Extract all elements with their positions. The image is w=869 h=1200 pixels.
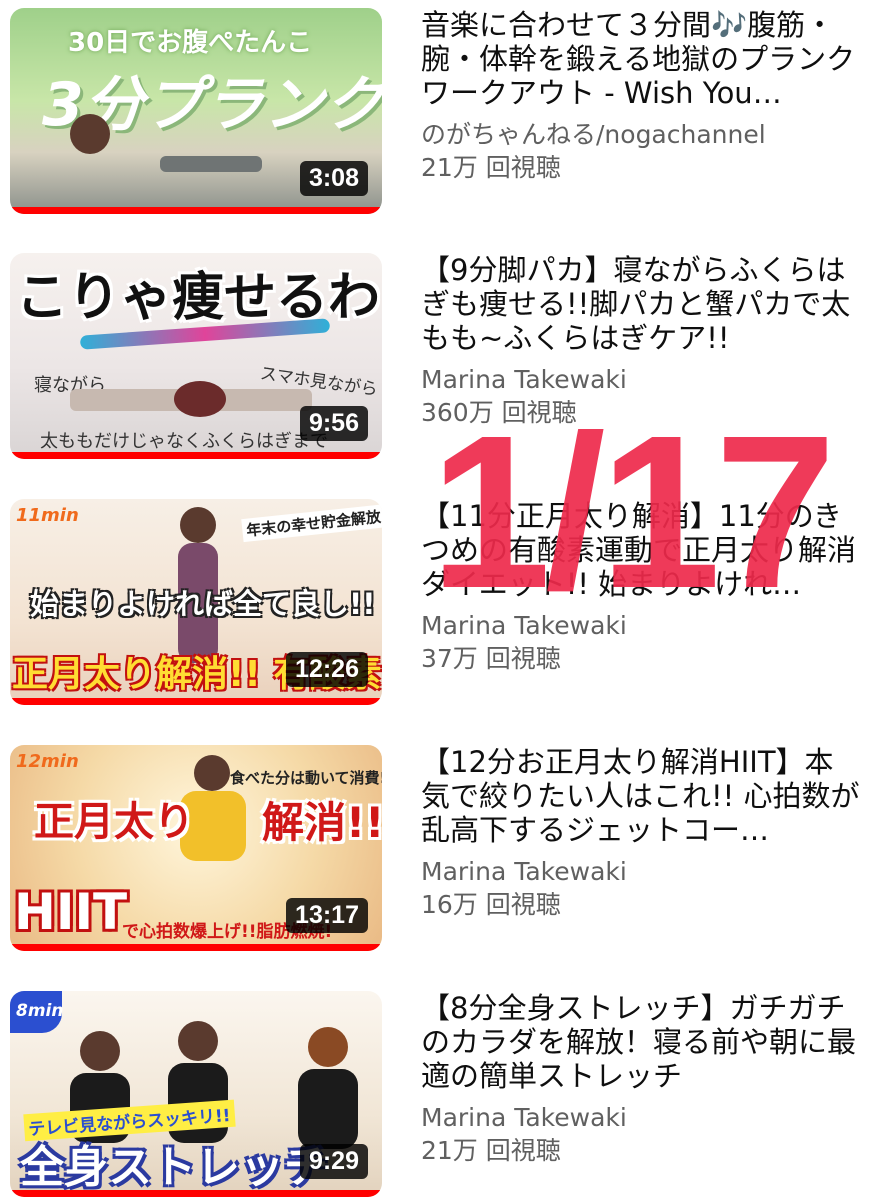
video-title[interactable]: 音楽に合わせて３分間🎶腹筋・腕・体幹を鍛える地獄のプランクワークアウト - Wi… [421, 8, 861, 110]
view-count: 21万 回視聴 [421, 1136, 561, 1165]
video-item[interactable]: 12min 食べた分は動いて消費!! 正月太り 解消!! HIIT で心拍数爆上… [0, 745, 869, 975]
duration-badge: 9:29 [299, 1144, 368, 1179]
thumbnail-caption: 解消!! [262, 798, 382, 847]
date-overlay: 1/17 [429, 391, 836, 634]
video-info: 【12分お正月太り解消HIIT】本気で絞りたい人はこれ!! 心拍数が乱高下するジ… [421, 745, 861, 921]
video-item[interactable]: 30日でお腹ぺたんこ 3分プランク 3:08 音楽に合わせて３分間🎶腹筋・腕・体… [0, 8, 869, 238]
video-thumbnail[interactable]: 12min 食べた分は動いて消費!! 正月太り 解消!! HIIT で心拍数爆上… [10, 745, 382, 951]
video-thumbnail[interactable]: 30日でお腹ぺたんこ 3分プランク 3:08 [10, 8, 382, 214]
thumbnail-figure [180, 507, 216, 543]
channel-name[interactable]: Marina Takewaki [421, 1101, 861, 1134]
thumbnail-caption: 全身ストレッチ [20, 1142, 328, 1193]
thumbnail-caption: 始まりよければ全て良し!! [30, 587, 376, 621]
thumbnail-figure [174, 381, 226, 417]
video-info: 音楽に合わせて３分間🎶腹筋・腕・体幹を鍛える地獄のプランクワークアウト - Wi… [421, 8, 861, 184]
video-info: 【8分全身ストレッチ】ガチガチのカラダを解放！寝る前や朝に最適の簡単ストレッチ … [421, 991, 861, 1167]
watch-progress-bar [10, 944, 382, 951]
duration-badge: 12:26 [286, 652, 368, 687]
video-thumbnail[interactable]: 8min テレビ見ながらスッキリ!! 全身ストレッチ 9:29 [10, 991, 382, 1197]
thumbnail-figure [80, 1031, 120, 1071]
video-thumbnail[interactable]: こりゃ痩せるわ 寝ながら スマホ見ながら 太ももだけじゃなくふくらはぎまで 9:… [10, 253, 382, 459]
duration-tag: 12min [16, 751, 79, 772]
thumbnail-figure [308, 1027, 348, 1067]
duration-badge: 3:08 [299, 161, 368, 196]
watch-progress-bar [10, 698, 382, 705]
duration-badge: 13:17 [286, 898, 368, 933]
video-title[interactable]: 【12分お正月太り解消HIIT】本気で絞りたい人はこれ!! 心拍数が乱高下するジ… [421, 745, 861, 847]
thumbnail-caption: 30日でお腹ぺたんこ [68, 28, 313, 58]
watch-progress-bar [10, 452, 382, 459]
channel-name[interactable]: のがちゃんねる/nogachannel [421, 118, 861, 151]
duration-badge: 9:56 [299, 406, 368, 441]
video-title[interactable]: 【9分脚パカ】寝ながらふくらはぎも痩せる!!脚パカと蟹パカで太もも~ふくらはぎケ… [421, 253, 861, 355]
view-count: 21万 回視聴 [421, 153, 561, 182]
thumbnail-caption: 食べた分は動いて消費!! [230, 769, 382, 787]
duration-tag: 8min [16, 1001, 64, 1021]
view-count: 16万 回視聴 [421, 890, 561, 919]
thumbnail-caption: HIIT [14, 883, 128, 941]
watch-progress-bar [10, 1190, 382, 1197]
thumbnail-figure [160, 156, 262, 172]
thumbnail-figure [178, 1021, 218, 1061]
watch-progress-bar [10, 207, 382, 214]
thumbnail-caption: 正月太り [34, 799, 194, 845]
thumbnail-figure [70, 114, 110, 154]
channel-name[interactable]: Marina Takewaki [421, 855, 861, 888]
video-thumbnail[interactable]: 11min 年末の幸せ貯金解放!! 始まりよければ全て良し!! 正月太り解消!!… [10, 499, 382, 705]
video-title[interactable]: 【8分全身ストレッチ】ガチガチのカラダを解放！寝る前や朝に最適の簡単ストレッチ [421, 991, 861, 1093]
thumbnail-caption: 年末の幸せ貯金解放!! [241, 502, 382, 543]
duration-tag: 11min [16, 505, 79, 526]
thumbnail-figure [194, 755, 230, 791]
thumbnail-caption: 太ももだけじゃなくふくらはぎまで [40, 431, 328, 452]
view-count: 37万 回視聴 [421, 644, 561, 673]
video-item[interactable]: 8min テレビ見ながらスッキリ!! 全身ストレッチ 9:29 【8分全身ストレ… [0, 991, 869, 1200]
